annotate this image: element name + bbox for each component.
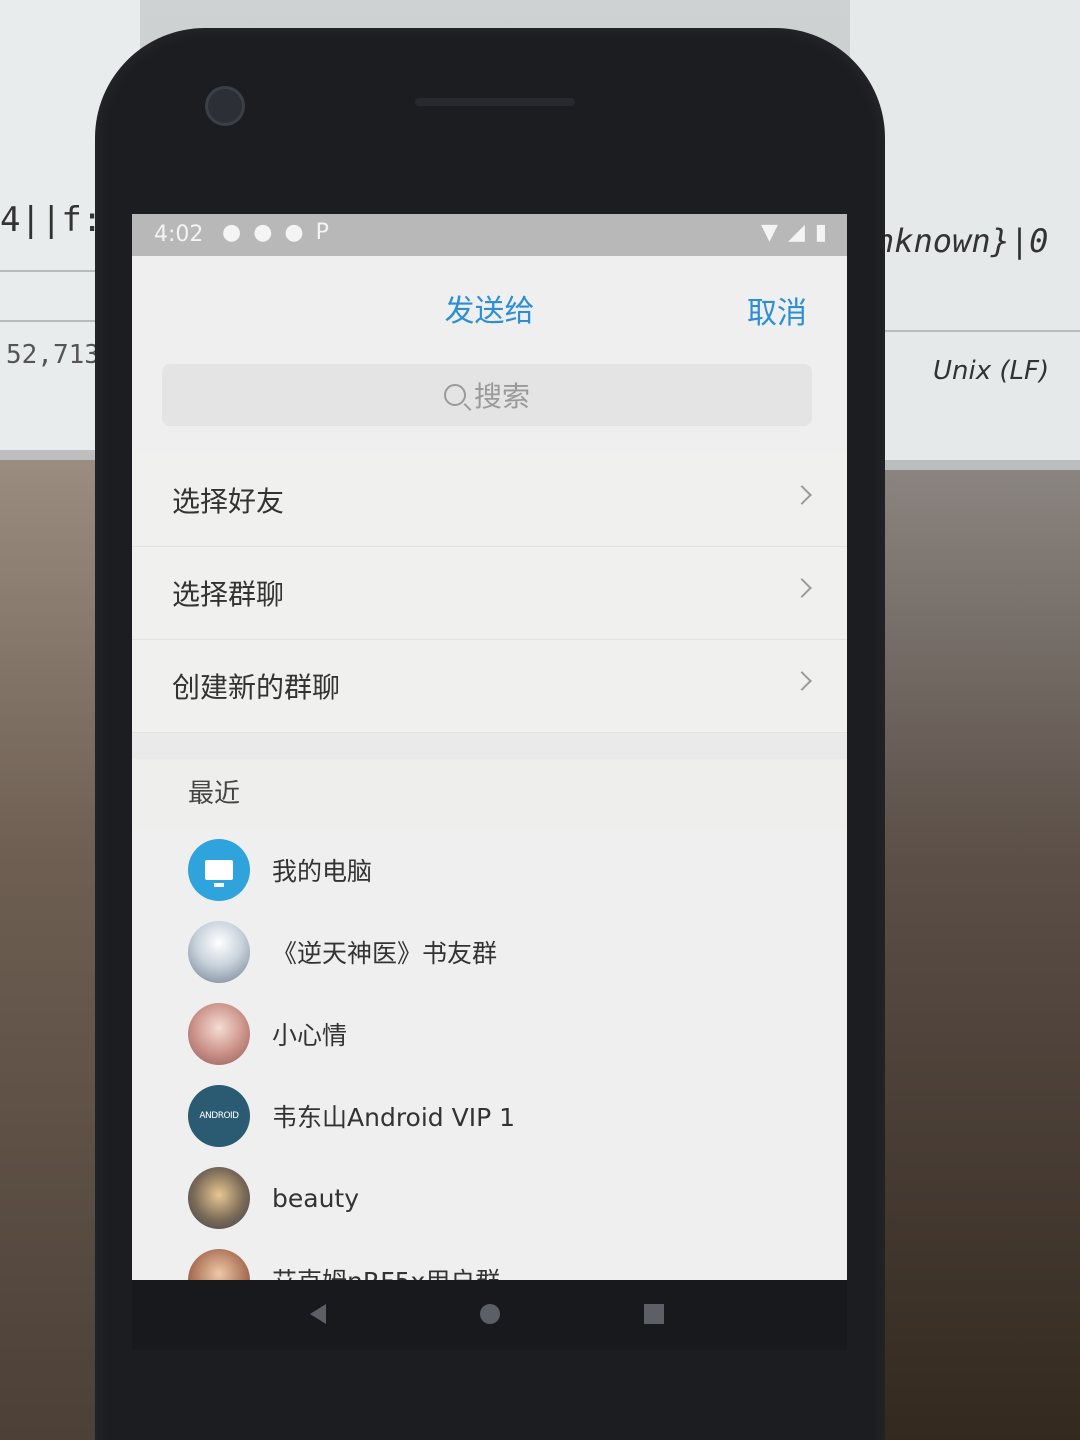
computer-icon	[188, 839, 250, 901]
signal-icon: ◢	[787, 220, 805, 245]
menu-item-label: 选择群聊	[172, 578, 285, 611]
home-icon[interactable]	[480, 1304, 500, 1324]
background-number-text: 52,713	[6, 340, 100, 370]
menu-item-select-friend[interactable]: 选择好友	[132, 454, 847, 547]
parking-icon: P	[315, 220, 329, 245]
section-divider	[132, 733, 847, 759]
contact-name: beauty	[272, 1183, 360, 1213]
navigation-bar	[132, 1280, 847, 1350]
wifi-icon: ▼	[761, 220, 778, 245]
android-avatar: ANDROID	[188, 1085, 250, 1147]
background-code-text: nknown}|0	[875, 222, 1049, 260]
menu-item-label: 创建新的群聊	[172, 671, 341, 704]
phone-screen: 4:02 ● ● ● P ▼ ◢ ▮ 发送给 取消 搜索 选择好友 选择群聊 创…	[132, 214, 847, 1280]
background-desk	[860, 470, 1080, 1440]
header: 发送给 取消	[132, 256, 847, 356]
search-input[interactable]: 搜索	[162, 364, 812, 426]
background-code-text: 4||f:	[0, 200, 103, 240]
wechat-icon: ●	[284, 220, 304, 245]
front-camera	[205, 86, 245, 126]
status-time: 4:02	[154, 222, 204, 247]
contact-name: 艾克姆nRF5x用户群	[272, 1262, 500, 1280]
list-item[interactable]: 《逆天神医》书友群	[132, 911, 847, 993]
contact-name: 我的电脑	[272, 857, 373, 886]
search-placeholder: 搜索	[473, 380, 530, 413]
menu-list: 选择好友 选择群聊 创建新的群聊 最近 我的电脑 《逆天神医》书友群 小心情 A…	[132, 454, 847, 1280]
list-item[interactable]: ANDROID 韦东山Android VIP 1	[132, 1075, 847, 1157]
book-group-avatar	[188, 921, 250, 983]
cancel-button[interactable]: 取消	[747, 288, 807, 332]
list-item[interactable]: 艾克姆nRF5x用户群	[132, 1239, 847, 1280]
contact-name: 小心情	[272, 1021, 348, 1050]
background-desk	[0, 460, 110, 1440]
wechat-icon: ●	[222, 220, 242, 245]
girl-avatar	[188, 1003, 250, 1065]
menu-item-create-group[interactable]: 创建新的群聊	[132, 640, 847, 733]
menu-item-select-group[interactable]: 选择群聊	[132, 547, 847, 640]
battery-icon: ▮	[814, 220, 827, 245]
recent-section-title: 最近	[132, 759, 847, 829]
list-item[interactable]: 小心情	[132, 993, 847, 1075]
back-icon[interactable]	[310, 1304, 326, 1324]
list-item[interactable]: beauty	[132, 1157, 847, 1239]
contact-name: 韦东山Android VIP 1	[272, 1103, 516, 1132]
avatar-text: ANDROID	[199, 1111, 239, 1121]
menu-item-label: 选择好友	[172, 485, 285, 518]
chevron-right-icon	[792, 671, 812, 691]
list-item[interactable]: 我的电脑	[132, 829, 847, 911]
phone-body: 4:02 ● ● ● P ▼ ◢ ▮ 发送给 取消 搜索 选择好友 选择群聊 创…	[95, 28, 885, 1440]
status-bar: 4:02 ● ● ● P ▼ ◢ ▮	[132, 214, 847, 256]
chevron-right-icon	[792, 485, 812, 505]
group-avatar	[188, 1249, 250, 1280]
notification-icons: ● ● ● P	[222, 220, 329, 245]
earpiece-speaker	[415, 98, 575, 106]
search-icon	[443, 384, 466, 406]
page-title: 发送给	[444, 294, 535, 329]
wechat-icon: ●	[253, 220, 273, 245]
system-icons: ▼ ◢ ▮	[761, 220, 827, 245]
chevron-right-icon	[792, 578, 812, 598]
photo-scene: 4||f: nknown}|0 52,713 Unix (LF) 4:02 ● …	[0, 0, 1080, 1440]
dog-avatar	[188, 1167, 250, 1229]
contact-name: 《逆天神医》书友群	[272, 939, 498, 968]
recent-apps-icon[interactable]	[644, 1304, 664, 1324]
background-eol-text: Unix (LF)	[933, 356, 1050, 386]
